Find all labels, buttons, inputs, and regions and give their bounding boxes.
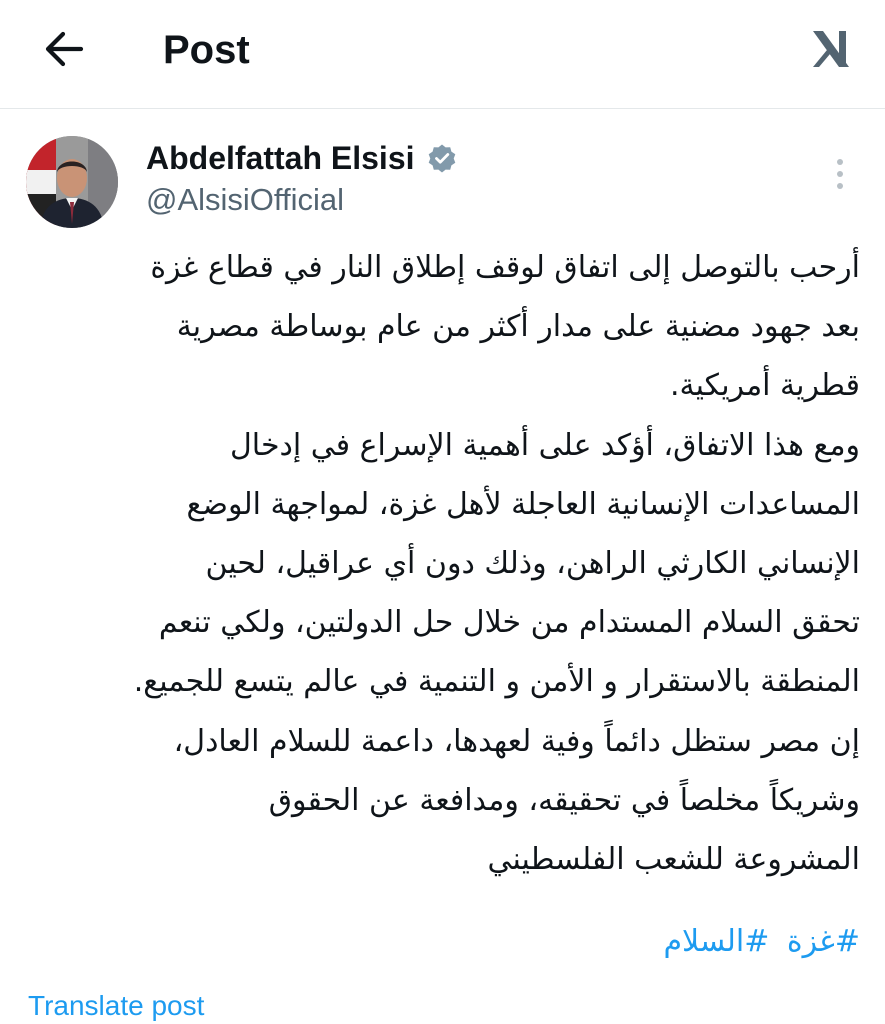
post-text-line: أرحب بالتوصل إلى اتفاق لوقف إطلاق النار … (150, 250, 860, 285)
post-text-line: بعد جهود مضنية على مدار أكثر من عام بوسا… (176, 309, 860, 345)
post-text-line: الإنساني الكارثي الراهن، وذلك دون أي عرا… (205, 545, 860, 581)
avatar[interactable] (26, 136, 118, 228)
post-text-line: المشروعة للشعب الفلسطيني (487, 841, 860, 877)
verified-badge-icon (428, 144, 455, 173)
top-bar: Post (0, 0, 885, 109)
hashtag-link[interactable]: #السلام (663, 924, 769, 959)
author-name-text[interactable]: Abdelfattah Elsisi (146, 138, 415, 178)
back-button[interactable] (36, 22, 90, 76)
vertical-ellipsis-icon (837, 159, 843, 165)
post-page: Post Abdelfattah Elsisi @AlsisiOfficial … (0, 0, 885, 1024)
author-handle[interactable]: @AlsisiOfficial (146, 180, 344, 220)
post-text-line: المساعدات الإنسانية العاجلة لأهل غزة، لم… (186, 486, 860, 522)
page-title: Post (163, 28, 250, 72)
more-options-button[interactable] (822, 150, 858, 198)
post-text-line: ومع هذا الاتفاق، أؤكد على أهمية الإسراع … (230, 427, 860, 463)
x-logo-icon[interactable] (804, 22, 858, 76)
post-text-line: تحقق السلام المستدام من خلال حل الدولتين… (158, 605, 860, 641)
post-text-line: المنطقة بالاستقرار و الأمن و التنمية في … (133, 664, 860, 700)
hashtag-link[interactable]: #غزة (787, 924, 860, 959)
author-name[interactable]: Abdelfattah Elsisi (146, 138, 457, 178)
post-text-line: إن مصر ستظل دائماً وفية لعهدها، داعمة لل… (173, 723, 860, 759)
post-text-line: وشريكاً مخلصاً في تحقيقه، ومدافعة عن الح… (268, 782, 860, 818)
post-text-line: قطرية أمريكية. (669, 368, 860, 404)
arrow-left-icon (45, 31, 84, 67)
translate-post-link[interactable]: Translate post (28, 986, 204, 1024)
post-text: أرحب بالتوصل إلى اتفاق لوقف إطلاق النار … (20, 238, 860, 889)
hashtags: #غزة #السلام (20, 912, 860, 972)
